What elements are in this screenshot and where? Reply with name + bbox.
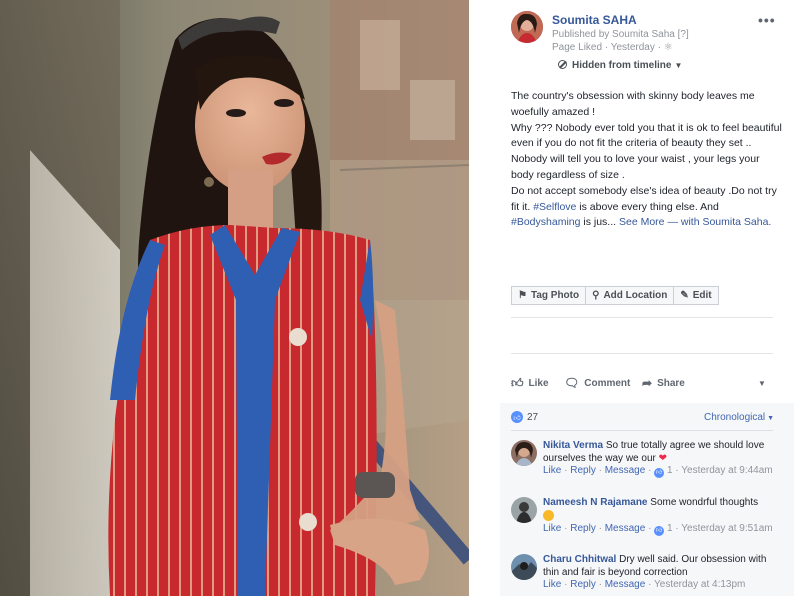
edit-button[interactable]: ✎ Edit: [673, 286, 719, 305]
help-icon[interactable]: [?]: [678, 29, 689, 40]
post-header: Soumita SAHA Published by Soumita Saha […: [469, 0, 794, 60]
visibility-label: Hidden from timeline: [572, 60, 672, 71]
post-timestamp: Page Liked · Yesterday · ⚛: [552, 42, 673, 53]
post-photo[interactable]: [0, 0, 469, 596]
divider: [511, 430, 773, 431]
comment-reply-link[interactable]: Reply: [570, 465, 596, 476]
published-by-text[interactable]: Published by Soumita Saha: [552, 29, 675, 40]
with-text: — with: [667, 216, 700, 229]
comment-message-link[interactable]: Message: [605, 465, 646, 476]
more-options-icon[interactable]: •••: [758, 12, 776, 28]
commenter-avatar[interactable]: [511, 497, 537, 523]
tag-photo-button[interactable]: ⚑ Tag Photo: [511, 286, 587, 305]
post-sentence: is jus...: [580, 216, 617, 229]
like-reaction-icon: 👍︎: [654, 468, 665, 478]
like-reaction-icon: 👍︎: [511, 411, 523, 423]
commenter-avatar[interactable]: [511, 554, 537, 580]
like-reaction-icon: 👍︎: [654, 526, 665, 536]
edit-label: Edit: [692, 290, 712, 301]
comment-emoji-line: [543, 509, 776, 524]
comment-like-count[interactable]: 1: [667, 523, 673, 534]
comment-like-link[interactable]: Like: [543, 465, 561, 476]
reaction-bar: 👍︎ Like 🗨︎ Comment ➦ Share ▼: [511, 376, 773, 394]
pencil-icon: ✎: [680, 290, 689, 301]
like-button[interactable]: 👍︎ Like: [511, 376, 549, 391]
comment-meta: Like · Reply · Message · Yesterday at 4:…: [543, 579, 746, 590]
thumbs-up-icon: 👍︎: [511, 376, 524, 390]
comment-sort-dropdown[interactable]: Chronological ▼: [704, 412, 774, 423]
liked-line[interactable]: Page Liked · Yesterday ·: [552, 42, 661, 53]
comment-label: Comment: [584, 377, 631, 389]
comment-reply-link[interactable]: Reply: [570, 523, 596, 534]
share-icon: ➦: [642, 376, 653, 390]
comment-icon: 🗨︎: [564, 376, 580, 390]
post-paragraph: Nobody will tell you to love your waist …: [511, 153, 760, 181]
comment-message-link[interactable]: Message: [605, 523, 646, 534]
post-paragraph: Why ??? Nobody ever told you that it is …: [511, 121, 782, 150]
smile-emoji-icon: [543, 509, 554, 521]
tag-photo-label: Tag Photo: [530, 290, 580, 301]
comment-text: Some wondrful thoughts: [650, 497, 759, 508]
author-avatar[interactable]: [511, 11, 543, 43]
tag-icon: ⚑: [518, 290, 527, 301]
like-count: 27: [527, 411, 539, 423]
photo-actions: ⚑ Tag Photo ⚲ Add Location ✎ Edit: [511, 286, 719, 305]
comment-time[interactable]: Yesterday at 4:13pm: [654, 579, 745, 590]
comment-message-link[interactable]: Message: [605, 579, 646, 590]
comment-body: Charu Chhitwal Dry well said. Our obsess…: [543, 554, 776, 591]
sort-label: Chronological: [704, 412, 766, 423]
divider: [511, 317, 773, 318]
post-paragraph: Do not accept somebody else's idea of be…: [511, 184, 784, 231]
hashtag-selflove[interactable]: #Selflove: [533, 201, 576, 213]
comment-meta: Like · Reply · Message · 👍︎ 1 · Yesterda…: [543, 523, 773, 536]
portrait-image: [0, 0, 469, 596]
heart-emoji-icon: ❤: [658, 452, 668, 464]
hidden-icon: [558, 60, 567, 69]
hashtag-bodyshaming[interactable]: #Bodyshaming: [511, 216, 580, 228]
commenter-name[interactable]: Nikita Verma: [543, 440, 603, 451]
post-paragraph: The country's obsession with skinny body…: [511, 90, 755, 118]
like-summary[interactable]: 👍︎ 27: [511, 411, 538, 423]
location-pin-icon: ⚲: [592, 290, 600, 301]
divider: [511, 353, 773, 354]
share-label: Share: [657, 377, 685, 389]
author-name[interactable]: Soumita SAHA: [552, 13, 637, 27]
add-location-button[interactable]: ⚲ Add Location: [585, 286, 675, 305]
post-sentence: is above every thing else. And: [576, 200, 719, 213]
commenter-name[interactable]: Charu Chhitwal: [543, 554, 616, 565]
comment-time[interactable]: Yesterday at 9:44am: [681, 465, 772, 476]
comment-like-count[interactable]: 1: [667, 465, 673, 476]
post-panel: Soumita SAHA Published by Soumita Saha […: [469, 0, 794, 596]
comment-button[interactable]: 🗨︎ Comment: [564, 376, 630, 390]
comments-section: 👍︎ 27 Chronological ▼ Nikita Verma So true…: [500, 403, 794, 596]
commenter-name[interactable]: Nameesh N Rajamane: [543, 497, 648, 508]
post-body: The country's obsession with skinny body…: [511, 89, 784, 231]
see-more-link[interactable]: See More: [619, 216, 665, 228]
comment-reply-link[interactable]: Reply: [570, 579, 596, 590]
chevron-down-icon: ▼: [767, 415, 775, 422]
published-by: Published by Soumita Saha [?]: [552, 29, 689, 40]
comment-body: Nikita Verma So true totally agree we sh…: [543, 440, 776, 478]
reaction-options-chevron-icon[interactable]: ▼: [758, 379, 766, 388]
like-label: Like: [528, 378, 549, 389]
comment-like-link[interactable]: Like: [543, 523, 561, 534]
add-location-label: Add Location: [603, 290, 668, 301]
comment-meta: Like · Reply · Message · 👍︎ 1 · Yesterda…: [543, 465, 773, 478]
chevron-down-icon: ▼: [674, 61, 683, 70]
comment-time[interactable]: Yesterday at 9:51am: [681, 523, 772, 534]
share-button[interactable]: ➦ Share: [642, 376, 685, 390]
tagged-user-link[interactable]: Soumita Saha.: [702, 216, 771, 228]
audience-icon[interactable]: ⚛: [664, 42, 673, 53]
comment-body: Nameesh N Rajamane Some wondrful thought…: [543, 497, 776, 536]
commenter-avatar[interactable]: [511, 440, 537, 466]
comment-like-link[interactable]: Like: [543, 579, 561, 590]
timeline-visibility-dropdown[interactable]: Hidden from timeline ▼: [558, 60, 682, 71]
